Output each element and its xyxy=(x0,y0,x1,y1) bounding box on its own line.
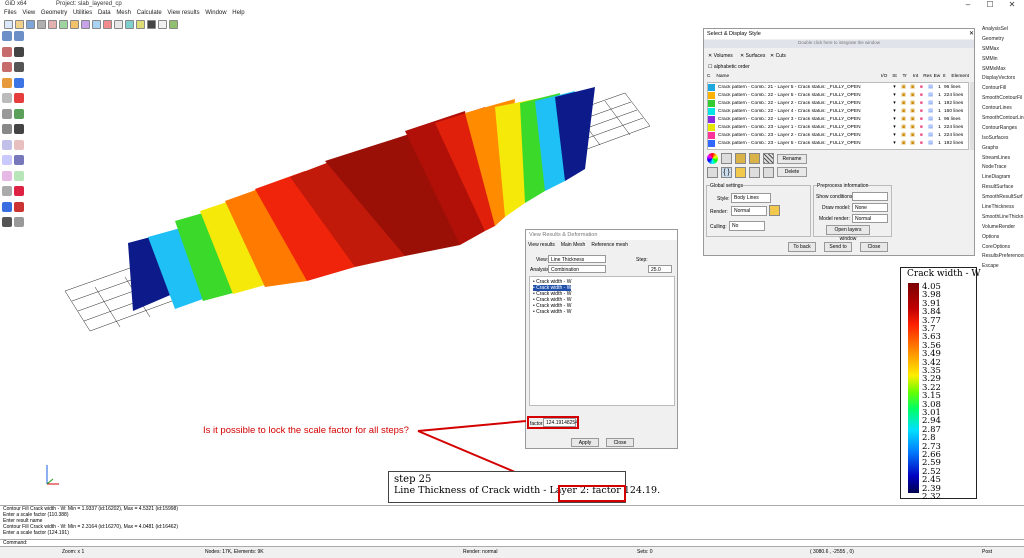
legend: Crack width - W 4.05 3.98 3.91 3.84 3.77 3.7 3… xyxy=(900,267,981,502)
legend-value: 3.49 xyxy=(922,349,941,360)
legend-value: 3.84 xyxy=(922,307,941,318)
status-coords: ( 3080.6 , -2555 , 0) xyxy=(810,549,854,555)
status-nodes: Nodes: 17K, Elements: 9K xyxy=(205,549,264,555)
factor-step-highlight xyxy=(558,485,626,502)
status-zoom: Zoom: x 1 xyxy=(62,549,85,555)
legend-color-bar xyxy=(908,283,919,493)
legend-title: Crack width - W xyxy=(907,269,981,279)
command-label: Command: xyxy=(3,540,28,546)
legend-value: 2.32 xyxy=(922,492,941,502)
step-line: step 25 xyxy=(394,474,432,485)
status-render: Render: normal xyxy=(463,549,498,555)
command-line[interactable]: Command: xyxy=(0,539,1024,547)
annotation-question: Is it possible to lock the scale factor … xyxy=(203,425,409,436)
arrow-to-factor xyxy=(417,420,527,432)
log-line: Enter a scale factor (124.191) xyxy=(3,530,69,536)
status-bar: Zoom: x 1 Nodes: 17K, Elements: 9K Rende… xyxy=(0,547,1024,558)
legend-value: 2.45 xyxy=(922,475,941,486)
legend-value: 2.8 xyxy=(922,433,936,444)
command-log: Contour Fill Crack width - W: Min = 1.93… xyxy=(0,505,1024,539)
status-mode: Post xyxy=(982,549,993,555)
legend-value: 3.15 xyxy=(922,391,941,402)
status-sets: Sets: 0 xyxy=(637,549,653,555)
